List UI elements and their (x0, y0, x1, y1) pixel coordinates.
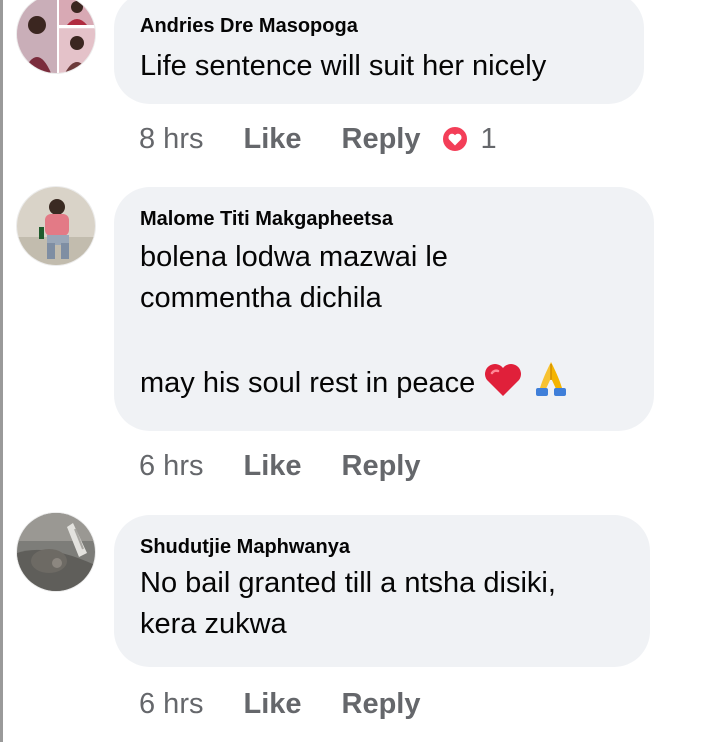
avatar[interactable] (17, 0, 95, 73)
folded-hands-emoji-icon (531, 360, 571, 410)
reply-button[interactable]: Reply (342, 450, 421, 483)
comment-author[interactable]: Andries Dre Masopoga (140, 14, 618, 38)
comment-text-blank-line (140, 319, 628, 360)
reply-button[interactable]: Reply (342, 688, 421, 721)
window-left-edge (0, 0, 3, 742)
comment-text: Life sentence will suit her nicely (140, 50, 547, 82)
comment-timestamp[interactable]: 6 hrs (139, 450, 203, 483)
comment-text: bolena lodwa mazwai le commentha dichila… (140, 237, 628, 410)
like-button[interactable]: Like (243, 688, 301, 721)
comment-bubble: Malome Titi Makgapheetsa bolena lodwa ma… (114, 187, 654, 431)
avatar-photo-object (17, 513, 95, 591)
comment-actions: 6 hrs Like Reply (139, 446, 441, 486)
comment-text: No bail granted till a ntsha disiki, ker… (140, 567, 556, 640)
avatar-photo-person (17, 187, 95, 265)
avatar[interactable] (17, 513, 95, 591)
comment-bubble: Shudutjie Maphwanya No bail granted till… (114, 515, 650, 667)
comment-timestamp[interactable]: 8 hrs (139, 123, 203, 156)
comment-bubble: Andries Dre Masopoga Life sentence will … (114, 0, 644, 104)
comment-author[interactable]: Malome Titi Makgapheetsa (140, 207, 628, 231)
red-heart-emoji-icon (483, 362, 523, 410)
comment-timestamp[interactable]: 6 hrs (139, 688, 203, 721)
avatar[interactable] (17, 187, 95, 265)
reaction-count[interactable]: 1 (481, 123, 497, 156)
comment-actions: 6 hrs Like Reply (139, 684, 441, 724)
comment-text-line: commentha dichila (140, 282, 382, 314)
like-button[interactable]: Like (243, 123, 301, 156)
reply-button[interactable]: Reply (342, 123, 421, 156)
avatar-photo-collage (17, 0, 95, 73)
comment-author[interactable]: Shudutjie Maphwanya (140, 535, 624, 559)
comment-actions: 8 hrs Like Reply 1 (139, 119, 497, 159)
comment-text-line-with-emoji: may his soul rest in peace (140, 360, 628, 410)
comment-text-span: may his soul rest in peace (140, 367, 476, 399)
love-reaction-icon[interactable] (440, 125, 469, 153)
comment-text-line: bolena lodwa mazwai le (140, 241, 448, 273)
like-button[interactable]: Like (243, 450, 301, 483)
